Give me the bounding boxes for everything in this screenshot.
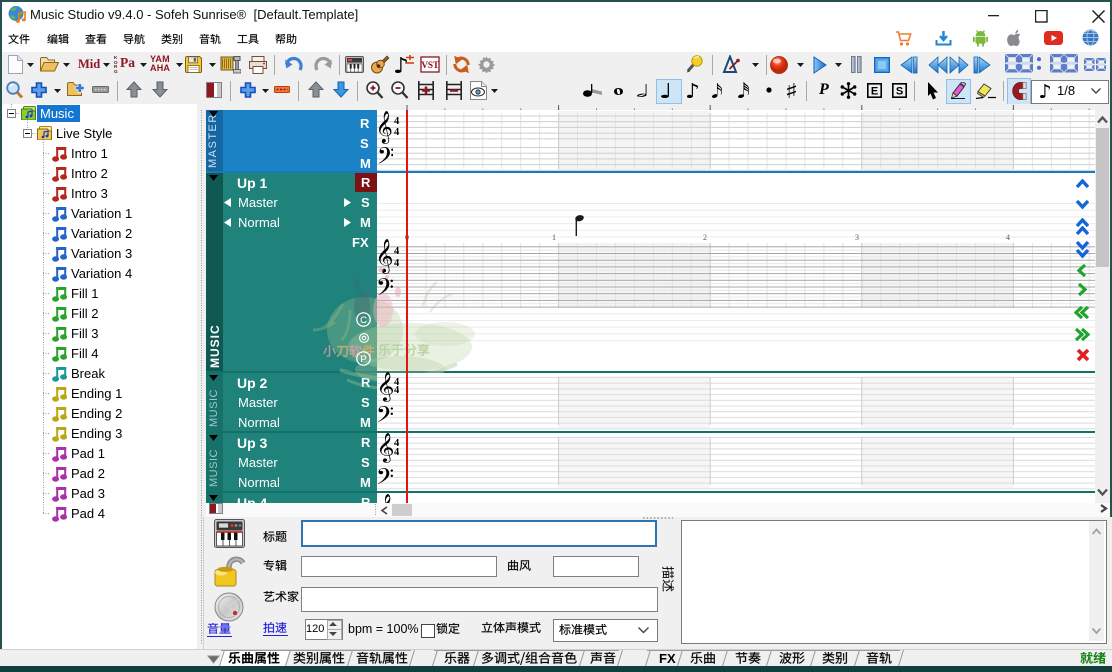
svg-text:4: 4 bbox=[1006, 233, 1010, 242]
svg-text:2: 2 bbox=[703, 233, 707, 242]
svg-text:C: C bbox=[360, 315, 367, 326]
svg-text:S: S bbox=[896, 86, 903, 98]
svg-text:P: P bbox=[360, 354, 366, 365]
svg-text:1: 1 bbox=[552, 233, 556, 242]
svg-text:3: 3 bbox=[855, 233, 859, 242]
svg-text:E: E bbox=[871, 86, 878, 98]
svg-text:VST: VST bbox=[421, 61, 440, 71]
